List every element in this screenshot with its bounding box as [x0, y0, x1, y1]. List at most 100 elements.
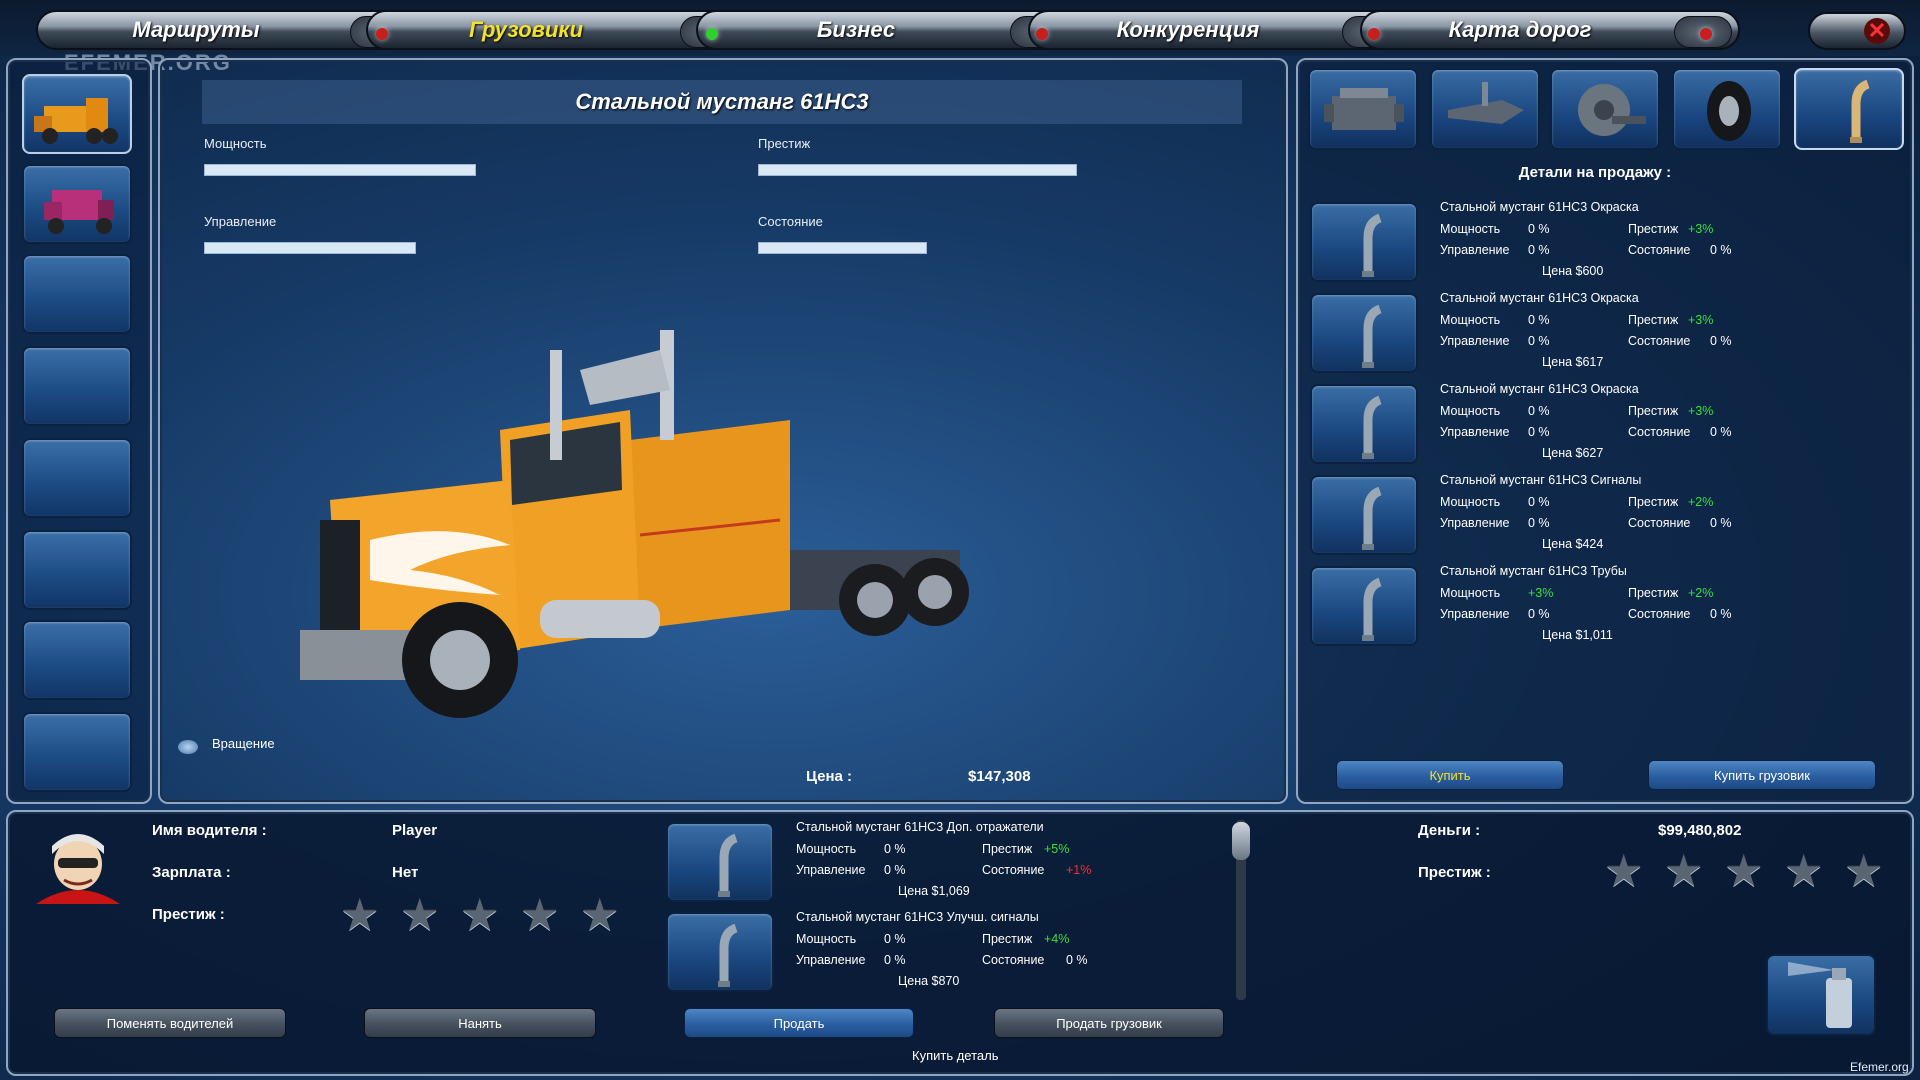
company-prestige-star-icon: ★ [1784, 847, 1824, 896]
part-prestige-label: Престиж [1628, 313, 1679, 327]
part-condition-value: 0 % [1710, 243, 1732, 257]
part-condition-label: Состояние [1628, 607, 1691, 621]
part-item-name[interactable]: Стальной мустанг 61НС3 Окраска [1440, 200, 1639, 214]
driver-prestige-label: Престиж : [152, 906, 225, 923]
category-exhaust-tab[interactable] [1794, 68, 1904, 150]
part-prestige-label: Престиж [1628, 222, 1679, 236]
part-item-thumbnail[interactable] [1310, 384, 1418, 464]
part-prestige-label: Престиж [1628, 404, 1679, 418]
tab-routes[interactable]: Маршруты [36, 10, 416, 50]
part-handling-value: 0 % [884, 863, 906, 877]
part-condition-label: Состояние [1628, 516, 1691, 530]
part-handling-value: 0 % [1528, 516, 1550, 530]
installed-part-thumbnail[interactable] [666, 822, 774, 902]
part-power-value: 0 % [1528, 404, 1550, 418]
rotate-toggle-icon[interactable] [178, 740, 198, 754]
buy-truck-button[interactable]: Купить грузовик [1648, 760, 1876, 790]
status-led-icon [1700, 28, 1712, 40]
driver-salary-label: Зарплата : [152, 864, 231, 881]
hire-driver-button-label: Нанять [458, 1015, 502, 1031]
tab-competition-label: Конкуренция [1116, 17, 1260, 42]
paint-shop-button[interactable] [1766, 954, 1876, 1036]
part-handling-label: Управление [1440, 516, 1510, 530]
scrollbar-thumb[interactable] [1232, 822, 1250, 860]
part-prestige-label: Престиж [1628, 586, 1679, 600]
part-prestige-value: +5% [1044, 842, 1070, 856]
tab-routes-label: Маршруты [132, 17, 260, 42]
buy-part-button[interactable]: Купить [1336, 760, 1564, 790]
part-item-thumbnail[interactable] [1310, 475, 1418, 555]
part-item-name[interactable]: Стальной мустанг 61НС3 Трубы [1440, 564, 1627, 578]
installed-part-thumbnail[interactable] [666, 912, 774, 992]
hire-driver-button[interactable]: Нанять [364, 1008, 596, 1038]
truck-3d-model[interactable] [300, 330, 980, 760]
stat-label-condition: Состояние [758, 214, 823, 229]
installed-part-name[interactable]: Стальной мустанг 61НС3 Улучш. сигналы [796, 910, 1039, 924]
installed-part-name[interactable]: Стальной мустанг 61НС3 Доп. отражатели [796, 820, 1044, 834]
truck-price-value: $147,308 [968, 768, 1031, 785]
money-label: Деньги : [1418, 822, 1481, 839]
driver-prestige-star-icon: ★ [580, 891, 620, 940]
part-power-label: Мощность [1440, 404, 1501, 418]
sell-part-button-label: Продать [773, 1015, 825, 1031]
category-engine-tab[interactable] [1308, 68, 1418, 150]
tab-business[interactable]: Бизнес [696, 10, 1076, 50]
parts-for-sale-heading: Детали на продажу : [1518, 164, 1672, 181]
part-power-value: 0 % [884, 932, 906, 946]
part-handling-label: Управление [1440, 334, 1510, 348]
sell-truck-button[interactable]: Продать грузовик [994, 1008, 1224, 1038]
garage-slot-4[interactable] [22, 346, 132, 426]
part-prestige-label: Престиж [982, 842, 1033, 856]
part-power-value: 0 % [1528, 495, 1550, 509]
tab-trucks[interactable]: Грузовики [366, 10, 746, 50]
part-handling-label: Управление [1440, 607, 1510, 621]
tab-competition[interactable]: Конкуренция [1028, 10, 1408, 50]
exhaust-pipe-icon [1362, 395, 1382, 459]
change-drivers-button[interactable]: Поменять водителей [54, 1008, 286, 1038]
truck-title-bar: Стальной мустанг 61НС3 [202, 80, 1242, 124]
exhaust-pipe-icon [1362, 577, 1382, 641]
part-handling-label: Управление [1440, 425, 1510, 439]
garage-slot-2[interactable] [22, 164, 132, 244]
exhaust-pipe-icon [1362, 213, 1382, 277]
exhaust-pipe-icon [718, 833, 738, 897]
garage-slot-5[interactable] [22, 438, 132, 518]
part-item-thumbnail[interactable] [1310, 293, 1418, 373]
buy-part-hint: Купить деталь [912, 1048, 999, 1063]
part-prestige-value: +3% [1688, 222, 1714, 236]
close-button[interactable]: ✕ [1808, 12, 1906, 50]
sell-part-button[interactable]: Продать [684, 1008, 914, 1038]
garage-slot-7[interactable] [22, 620, 132, 700]
rotate-label: Вращение [212, 736, 275, 751]
tab-road-map[interactable]: Карта дорог [1360, 10, 1740, 50]
part-price: Цена $1,011 [1542, 628, 1613, 642]
garage-slot-3[interactable] [22, 254, 132, 334]
stat-label-handling: Управление [204, 214, 277, 229]
part-handling-label: Управление [1440, 243, 1510, 257]
garage-slot-6[interactable] [22, 530, 132, 610]
part-item-thumbnail[interactable] [1310, 202, 1418, 282]
part-power-label: Мощность [796, 932, 857, 946]
engine-icon [1324, 88, 1404, 130]
part-item-thumbnail[interactable] [1310, 566, 1418, 646]
part-price: Цена $617 [1542, 355, 1604, 369]
part-handling-label: Управление [796, 863, 866, 877]
garage-slot-8[interactable] [22, 712, 132, 792]
part-item-name[interactable]: Стальной мустанг 61НС3 Окраска [1440, 291, 1639, 305]
category-tires-tab[interactable] [1672, 68, 1782, 150]
tab-road-map-label: Карта дорог [1448, 17, 1592, 42]
category-brakes-tab[interactable] [1550, 68, 1660, 150]
tire-icon [1707, 81, 1751, 141]
stat-bar-handling [204, 242, 416, 254]
part-item-name[interactable]: Стальной мустанг 61НС3 Окраска [1440, 382, 1639, 396]
part-condition-value: 0 % [1710, 425, 1732, 439]
category-transmission-tab[interactable] [1430, 68, 1540, 150]
paint-can-icon [1788, 962, 1852, 1028]
part-handling-value: 0 % [1528, 607, 1550, 621]
money-value: $99,480,802 [1658, 822, 1742, 839]
garage-slot-1[interactable] [22, 74, 132, 154]
part-power-label: Мощность [1440, 222, 1501, 236]
part-prestige-label: Престиж [1628, 495, 1679, 509]
status-led-icon [376, 28, 388, 40]
part-item-name[interactable]: Стальной мустанг 61НС3 Сигналы [1440, 473, 1641, 487]
